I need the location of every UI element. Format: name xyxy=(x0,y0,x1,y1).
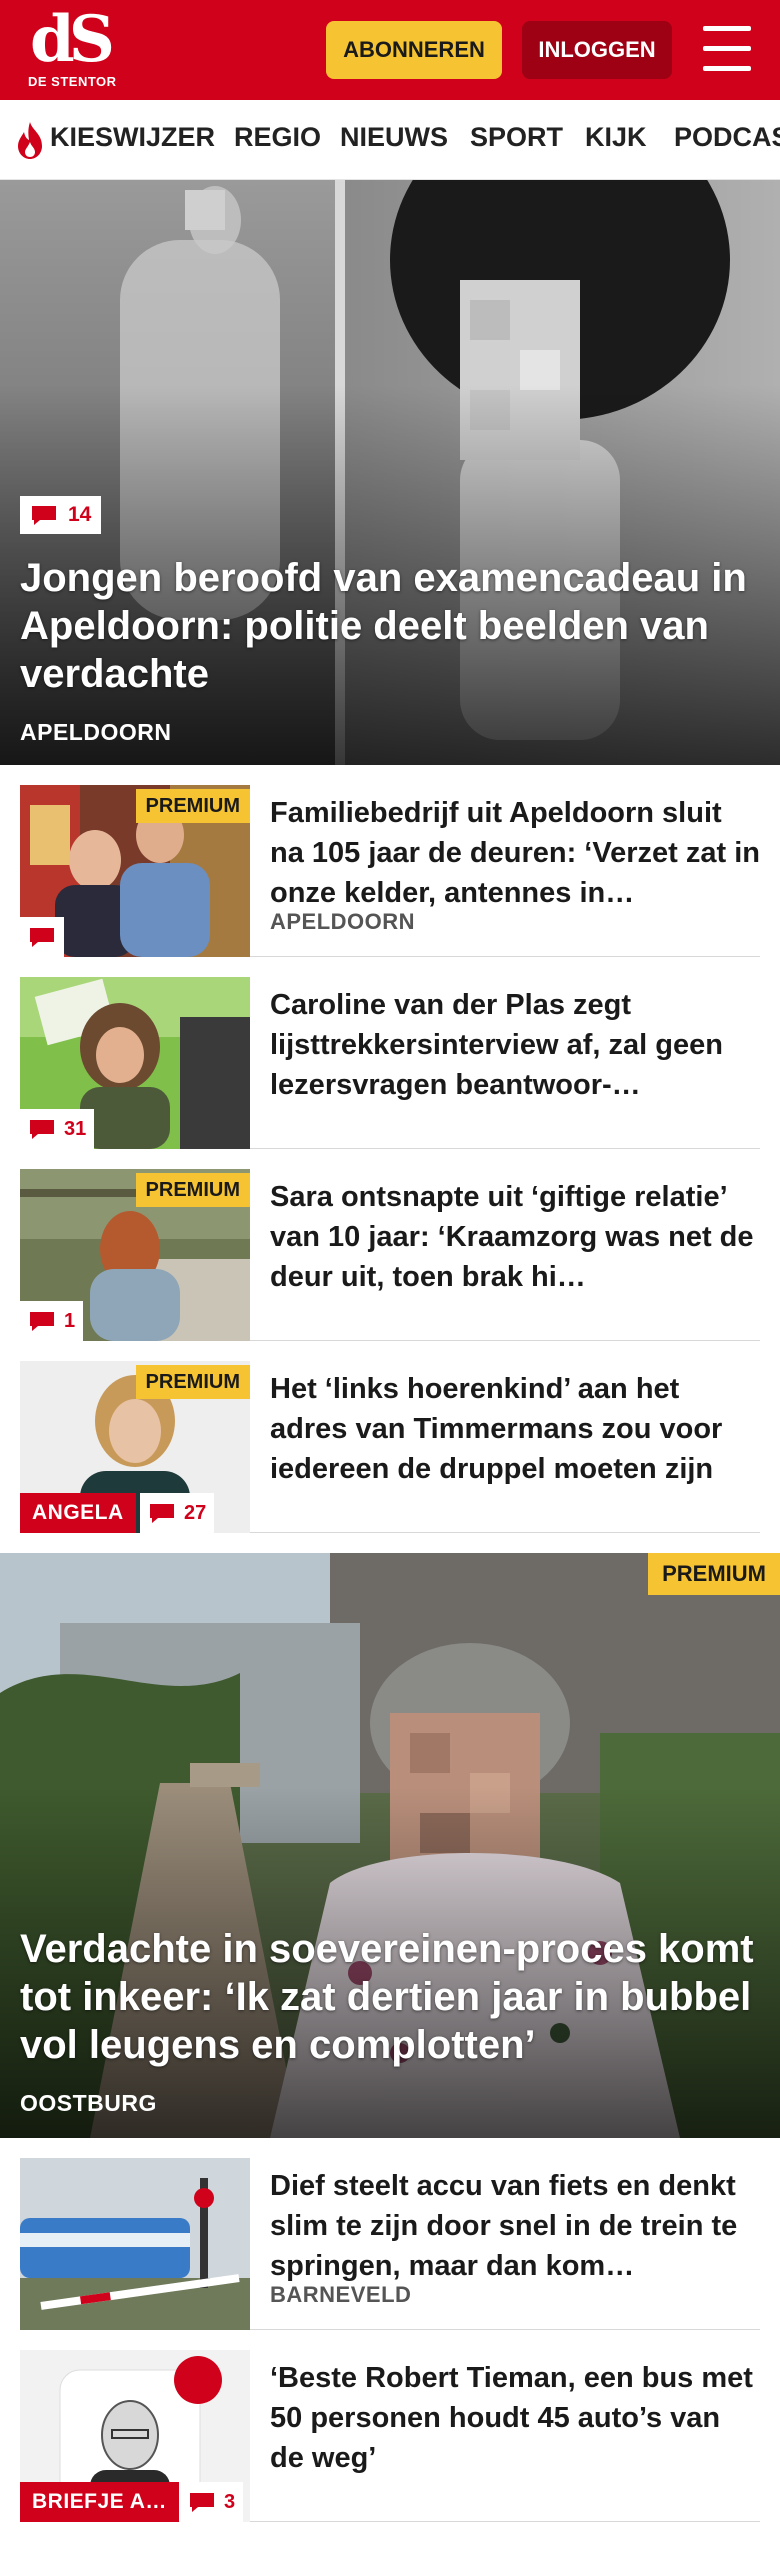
comment-count-badge[interactable]: 3 xyxy=(180,2482,244,2522)
login-button[interactable]: INLOGGEN xyxy=(522,21,672,79)
article-thumbnail xyxy=(20,2158,250,2330)
article-thumbnail: 31 xyxy=(20,977,250,1149)
comment-count-badge[interactable]: 27 xyxy=(140,1493,215,1533)
list-item[interactable]: Dief steelt accu van fiets en denkt slim… xyxy=(20,2158,760,2330)
thumbnail-image xyxy=(20,2158,250,2330)
hero-title[interactable]: Jongen beroofd van examencadeau in Apeld… xyxy=(20,554,760,698)
comment-icon xyxy=(32,506,56,525)
site-logo[interactable]: dS DE STENTOR xyxy=(20,8,120,94)
article-title[interactable]: Het ‘links hoerenkind’ aan het adres van… xyxy=(270,1369,760,1489)
hero-location: OOSTBURG xyxy=(20,2090,157,2116)
hero-article-1[interactable]: 14 Jongen beroofd van examencadeau in Ap… xyxy=(0,180,780,765)
article-thumbnail: PREMIUM xyxy=(20,785,250,957)
hero-location: APELDOORN xyxy=(20,719,172,745)
logo-mark: dS xyxy=(30,2,115,77)
nav-item-kijk[interactable]: KIJK xyxy=(585,122,647,153)
site-header: dS DE STENTOR ABONNEREN INLOGGEN xyxy=(0,0,780,100)
premium-badge: PREMIUM xyxy=(135,789,250,823)
nav-item-sport[interactable]: SPORT xyxy=(470,122,563,153)
article-thumbnail: PREMIUM 1 xyxy=(20,1169,250,1341)
comment-icon xyxy=(30,1312,54,1331)
article-thumbnail: PREMIUM ANGELA 27 xyxy=(20,1361,250,1533)
list-item[interactable]: 31 Caroline van der Plas zegt lijsttrekk… xyxy=(20,977,760,1149)
hero-article-2[interactable]: PREMIUM Verdachte in soevereinen-proces … xyxy=(0,1553,780,2138)
premium-badge: PREMIUM xyxy=(135,1173,250,1207)
list-item[interactable]: PREMIUM 1 Sara ontsnapte uit ‘giftige re… xyxy=(20,1169,760,1341)
hamburger-menu-icon[interactable] xyxy=(700,24,754,74)
article-location: BARNEVELD xyxy=(270,2282,412,2307)
premium-badge: PREMIUM xyxy=(648,1553,780,1595)
comment-icon xyxy=(30,928,54,947)
article-title[interactable]: ‘Beste Robert Tieman, een bus met 50 per… xyxy=(270,2358,760,2478)
comment-count: 27 xyxy=(184,1501,207,1524)
comment-count-badge[interactable]: 1 xyxy=(20,1301,84,1341)
list-item[interactable]: PREMIUM ANGELA 27 Het ‘links hoerenkind’… xyxy=(20,1361,760,1533)
nav-item-kieswijzer[interactable]: KIESWIJZER xyxy=(50,122,215,153)
comment-count: 1 xyxy=(64,1309,76,1332)
list-item[interactable]: PREMIUM Familiebedrijf uit Apeldoorn slu… xyxy=(20,785,760,957)
comment-icon xyxy=(30,1120,54,1139)
section-nav: KIESWIJZER REGIO NIEUWS SPORT KIJK PODCA… xyxy=(0,100,780,180)
comment-icon xyxy=(190,2493,214,2512)
comment-count-badge[interactable]: 14 xyxy=(20,496,102,534)
comment-count-badge[interactable] xyxy=(20,917,64,957)
list-item[interactable]: BRIEFJE A… 3 ‘Beste Robert Tieman, een b… xyxy=(20,2350,760,2522)
comment-count: 3 xyxy=(224,2490,236,2513)
logo-subtitle: DE STENTOR xyxy=(28,74,117,89)
article-title[interactable]: Caroline van der Plas zegt lijsttrekkers… xyxy=(270,985,760,1105)
comment-count-badge[interactable]: 31 xyxy=(20,1109,95,1149)
article-title[interactable]: Familiebedrijf uit Apeldoorn sluit na 10… xyxy=(270,793,760,913)
comment-count: 14 xyxy=(68,503,92,526)
nav-item-podcast[interactable]: PODCAST xyxy=(674,122,780,153)
hero-title[interactable]: Verdachte in soevereinen-proces komt tot… xyxy=(20,1925,770,2069)
columnist-label: BRIEFJE A… xyxy=(20,2482,179,2522)
columnist-label: ANGELA xyxy=(20,1493,136,1533)
article-title[interactable]: Sara ontsnapte uit ‘giftige relatie’ van… xyxy=(270,1177,760,1297)
subscribe-button[interactable]: ABONNEREN xyxy=(326,21,502,79)
premium-badge: PREMIUM xyxy=(135,1365,250,1399)
comment-icon xyxy=(150,1504,174,1523)
nav-item-nieuws[interactable]: NIEUWS xyxy=(340,122,448,153)
comment-count: 31 xyxy=(64,1117,87,1140)
nav-item-regio[interactable]: REGIO xyxy=(234,122,321,153)
article-thumbnail: BRIEFJE A… 3 xyxy=(20,2350,250,2522)
article-title[interactable]: Dief steelt accu van fiets en denkt slim… xyxy=(270,2166,760,2286)
article-location: APELDOORN xyxy=(270,909,416,934)
flame-icon xyxy=(18,122,42,159)
